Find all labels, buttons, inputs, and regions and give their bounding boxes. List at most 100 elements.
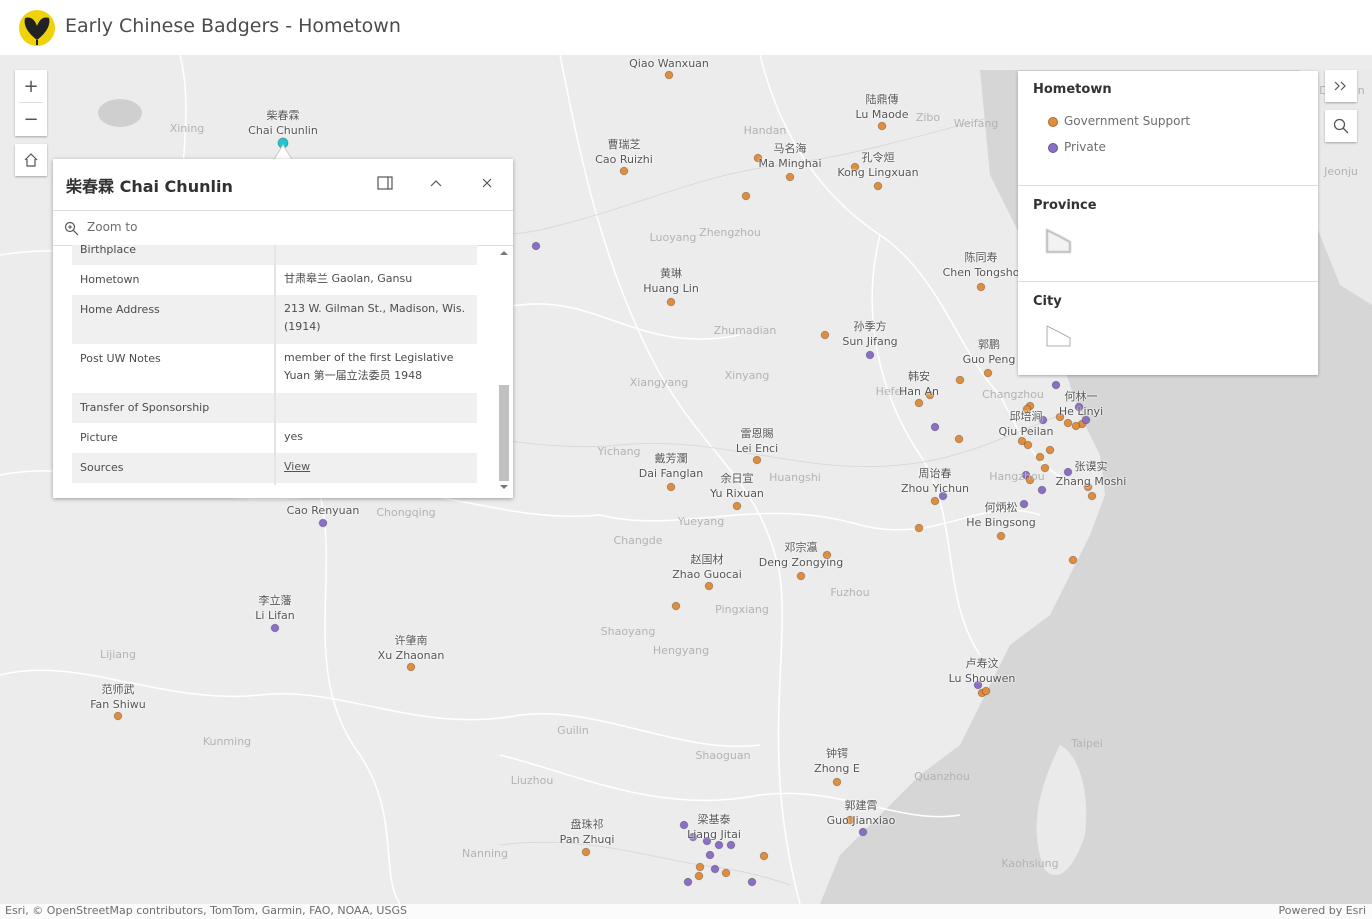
person-label[interactable]: 许肇南 Xu Zhaonan — [378, 633, 445, 663]
legend-province-title: Province — [1033, 198, 1097, 213]
zoom-to-action[interactable]: Zoom to — [53, 210, 513, 246]
legend-collapse-button[interactable] — [1325, 70, 1357, 102]
person-label[interactable]: Qiao Wanxuan — [629, 56, 709, 71]
government-point[interactable] — [976, 282, 986, 292]
person-label[interactable]: 郭建霄 Guo Jianxiao — [827, 798, 896, 828]
government-point[interactable] — [406, 662, 416, 672]
government-point[interactable] — [619, 166, 629, 176]
private-point[interactable] — [714, 840, 724, 850]
powered-by-esri[interactable]: Powered by Esri — [1278, 904, 1366, 917]
column-divider — [274, 245, 276, 485]
person-label[interactable]: 曹瑞芝 Cao Ruizhi — [595, 137, 653, 167]
person-label[interactable]: 马名海 Ma Minghai — [759, 141, 822, 171]
private-point[interactable] — [747, 877, 757, 887]
private-point[interactable] — [270, 623, 280, 633]
zoom-in-button[interactable]: + — [15, 70, 47, 102]
government-point[interactable] — [820, 330, 830, 340]
person-label[interactable]: 李立藩 Li Lifan — [255, 593, 294, 623]
person-label[interactable]: 孔令烜 Kong Lingxuan — [837, 150, 918, 180]
government-point[interactable] — [1071, 421, 1081, 431]
government-point[interactable] — [113, 711, 123, 721]
collapse-button[interactable] — [426, 173, 446, 193]
government-point[interactable] — [666, 297, 676, 307]
private-point[interactable] — [1051, 380, 1061, 390]
basemap-label: Yueyang — [677, 515, 725, 528]
private-point[interactable] — [531, 241, 541, 251]
home-button[interactable] — [15, 144, 47, 176]
person-label[interactable]: 郭鹏 Guo Peng — [963, 337, 1016, 367]
government-point[interactable] — [877, 121, 887, 131]
person-label[interactable]: 盘珠祁 Pan Zhuqi — [560, 817, 615, 847]
private-point[interactable] — [318, 518, 328, 528]
private-point[interactable] — [726, 840, 736, 850]
government-point[interactable] — [581, 847, 591, 857]
government-point[interactable] — [741, 191, 751, 201]
person-label[interactable]: 邱培涧 Qiu Peilan — [998, 409, 1053, 439]
person-label[interactable]: 何林一 He Linyi — [1059, 389, 1103, 419]
government-point[interactable] — [1063, 418, 1073, 428]
person-label[interactable]: 周诒春 Zhou Yichun — [901, 466, 969, 496]
government-point[interactable] — [664, 70, 674, 80]
search-button[interactable] — [1325, 110, 1357, 142]
government-point[interactable] — [996, 531, 1006, 541]
private-point[interactable] — [710, 864, 720, 874]
government-point[interactable] — [914, 523, 924, 533]
person-label[interactable]: 余日宣 Yu Rixuan — [710, 471, 764, 501]
sources-link[interactable]: View — [284, 458, 469, 476]
government-point[interactable] — [752, 455, 762, 465]
government-point[interactable] — [721, 868, 731, 878]
government-point[interactable] — [1087, 491, 1097, 501]
government-point[interactable] — [704, 581, 714, 591]
person-label[interactable]: 张谟实 Zhang Moshi — [1056, 459, 1127, 489]
person-label[interactable]: Cao Renyuan — [287, 503, 360, 518]
government-point[interactable] — [873, 181, 883, 191]
government-point[interactable] — [785, 172, 795, 182]
government-point[interactable] — [983, 368, 993, 378]
government-point[interactable] — [981, 686, 991, 696]
private-point[interactable] — [705, 850, 715, 860]
popup-scrollbar[interactable] — [497, 247, 511, 493]
person-label[interactable]: 何炳松 He Bingsong — [966, 500, 1036, 530]
person-label[interactable]: 陆鼎傳 Lu Maode — [855, 92, 908, 122]
person-label[interactable]: 雷恩賜 Lei Enci — [736, 426, 778, 456]
government-point[interactable] — [1068, 555, 1078, 565]
person-label[interactable]: 赵国材 Zhao Guocai — [672, 552, 742, 582]
person-label[interactable]: 孙季方 Sun Jifang — [842, 319, 897, 349]
government-point[interactable] — [732, 501, 742, 511]
government-point[interactable] — [796, 571, 806, 581]
person-label[interactable]: 韩安 Han An — [899, 369, 939, 399]
close-button[interactable] — [477, 173, 497, 193]
person-label[interactable]: 卢寿汶 Lu Shouwen — [949, 656, 1016, 686]
government-point[interactable] — [671, 601, 681, 611]
private-point[interactable] — [865, 350, 875, 360]
government-point[interactable] — [930, 496, 940, 506]
government-point[interactable] — [1023, 440, 1033, 450]
private-point[interactable] — [930, 422, 940, 432]
person-label[interactable]: 范师武 Fan Shiwu — [90, 682, 146, 712]
dock-button[interactable] — [375, 173, 395, 193]
person-label[interactable]: 黄琳 Huang Lin — [643, 266, 699, 296]
government-point[interactable] — [1035, 452, 1045, 462]
government-point[interactable] — [695, 862, 705, 872]
government-point[interactable] — [666, 482, 676, 492]
person-label[interactable]: 邓宗瀛 Deng Zongying — [759, 540, 843, 570]
person-label[interactable]: 柴春霖 Chai Chunlin — [248, 108, 318, 138]
person-label[interactable]: 梁基泰 Liang Jitai — [687, 812, 741, 842]
person-label[interactable]: 钟锷 Zhong E — [814, 746, 860, 776]
person-label[interactable]: 戴芳瀾 Dai Fanglan — [639, 451, 704, 481]
government-point[interactable] — [954, 434, 964, 444]
government-point[interactable] — [832, 777, 842, 787]
zoom-out-button[interactable]: − — [15, 103, 47, 135]
government-point[interactable] — [955, 375, 965, 385]
private-point[interactable] — [858, 827, 868, 837]
government-point[interactable] — [914, 398, 924, 408]
private-point[interactable] — [683, 877, 693, 887]
private-point[interactable] — [1037, 485, 1047, 495]
attr-key: Picture — [80, 431, 118, 444]
government-point[interactable] — [694, 871, 704, 881]
person-label[interactable]: 陈同寿 Chen Tongsho — [943, 250, 1020, 280]
government-point[interactable] — [1045, 445, 1055, 455]
basemap-label: Zhumadian — [713, 324, 777, 337]
chevron-up-icon — [430, 180, 442, 187]
government-point[interactable] — [759, 851, 769, 861]
